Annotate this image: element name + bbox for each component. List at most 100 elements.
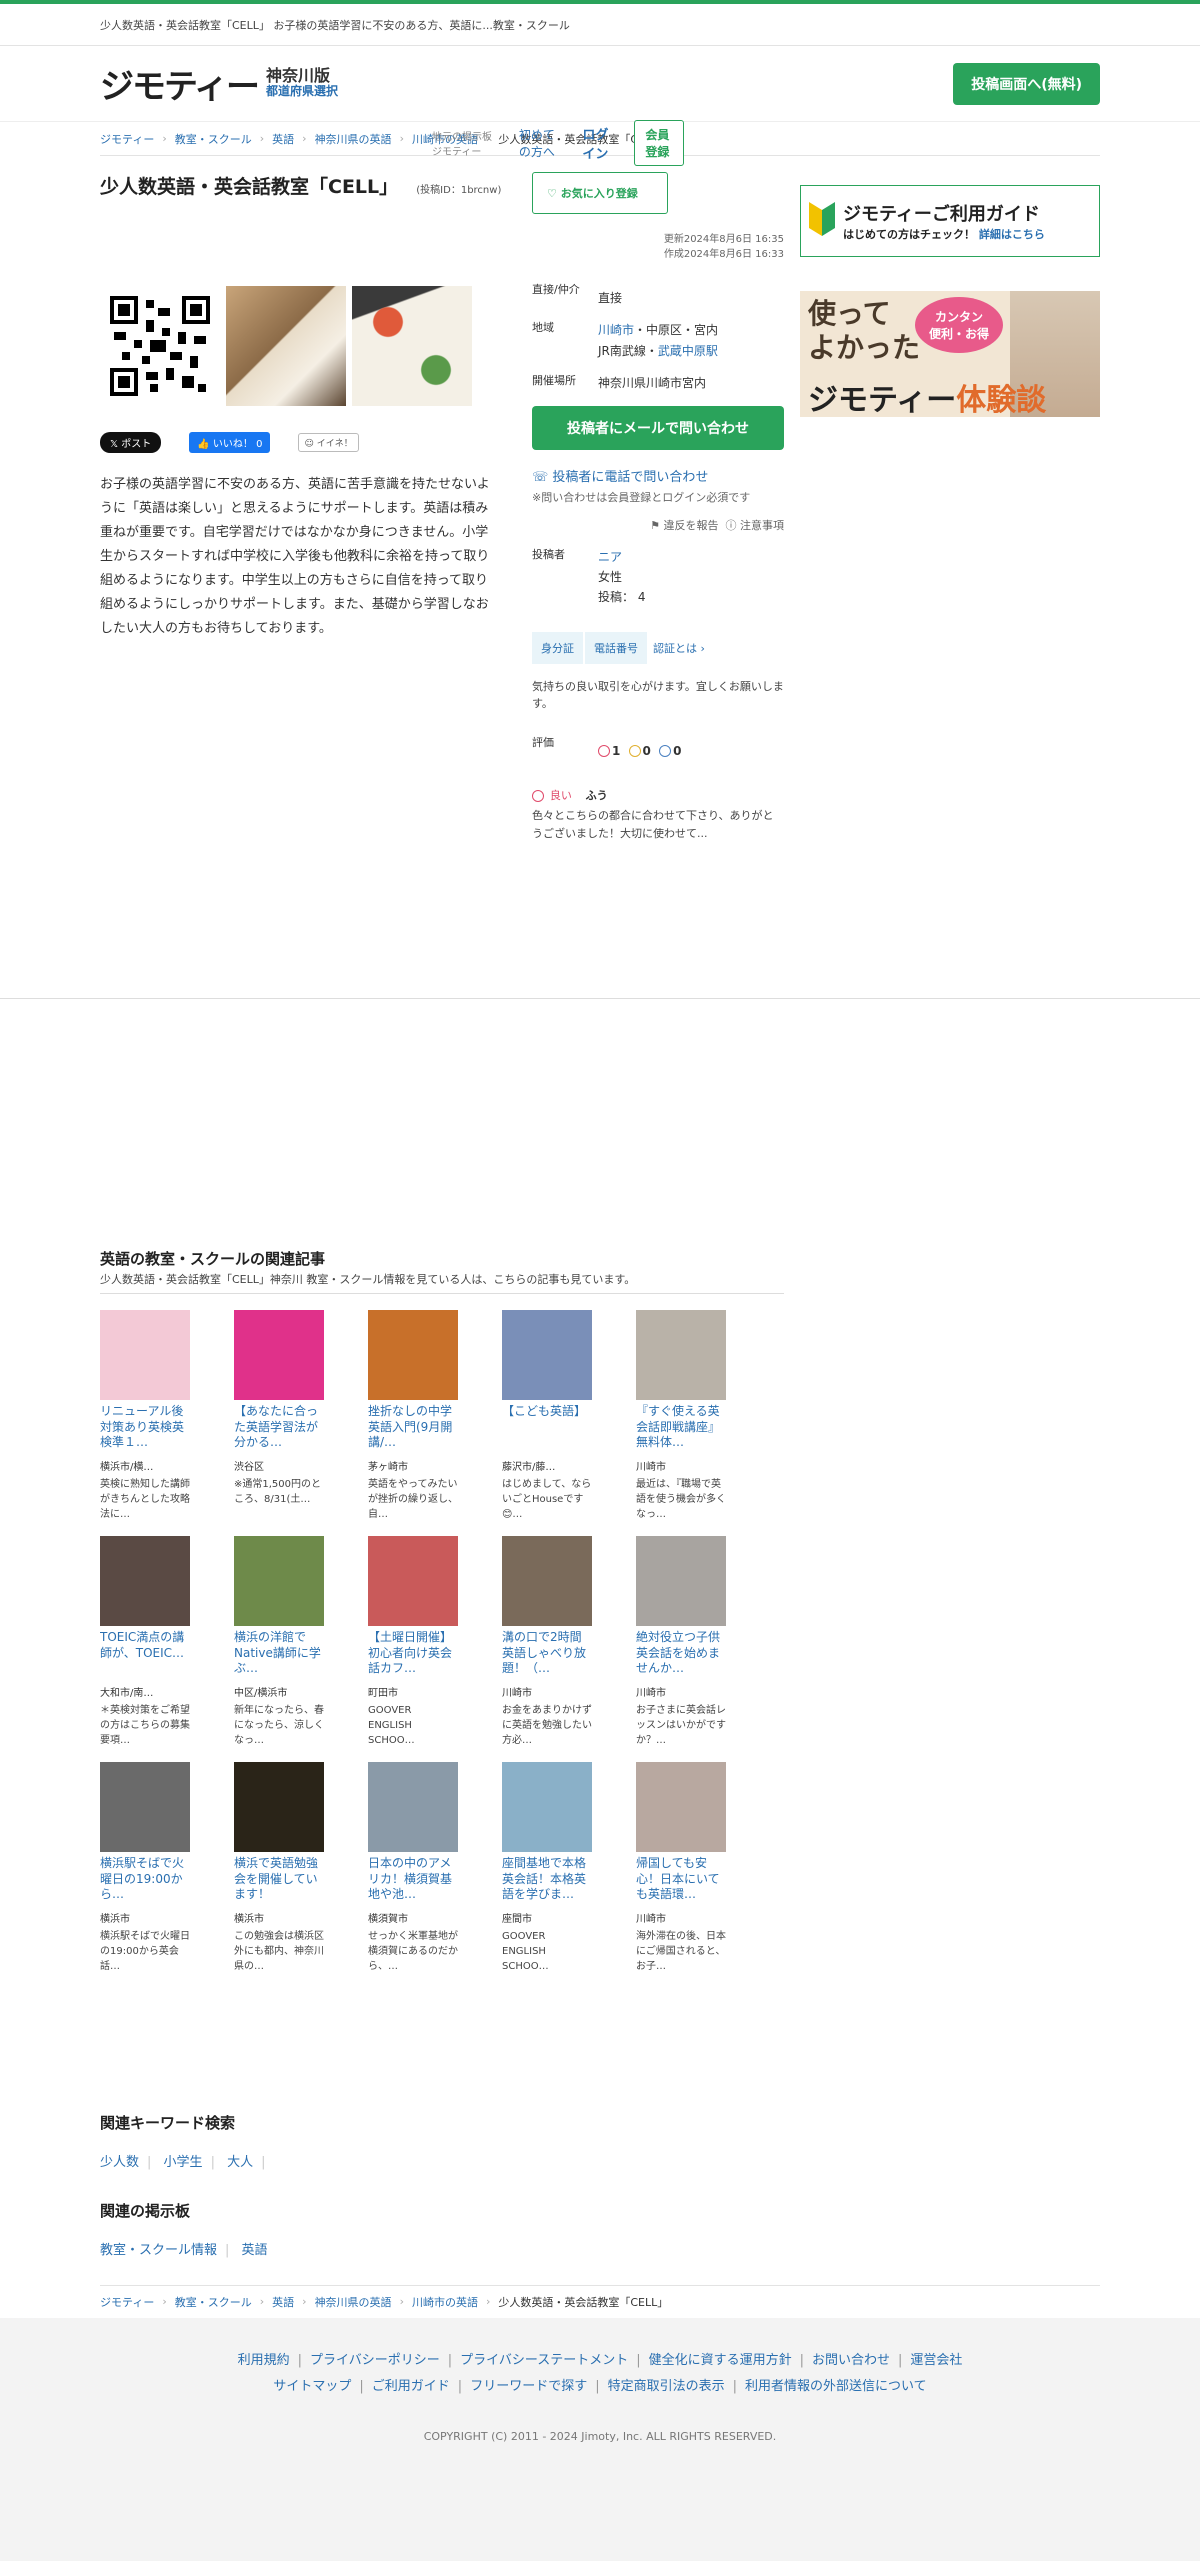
- related-card-title[interactable]: 帰国しても安心！日本にいても英語環…: [636, 1856, 726, 1904]
- post-photo-crafts[interactable]: [352, 286, 472, 406]
- favorite-button[interactable]: ♡ お気に入り登録: [532, 172, 668, 214]
- related-card[interactable]: 日本の中のアメリカ！横須賀基地や池… 横須賀市 せっかく米軍基地が横須賀にあるのだか…: [368, 1762, 458, 1974]
- related-card[interactable]: 【あなたに合った英語学習法が分かる… 渋谷区 ※通常1,500円のところ、8/31(…: [234, 1310, 324, 1522]
- related-card[interactable]: 座間基地で本格英会話！本格英語を学びま… 座間市 GOOVER ENGLISH SC…: [502, 1762, 592, 1974]
- related-card-title[interactable]: 【あなたに合った英語学習法が分かる…: [234, 1404, 324, 1452]
- experience-story-banner[interactable]: 使って よかった カンタン 便利・お得 ジモティー体験談: [800, 291, 1100, 417]
- related-card[interactable]: 横浜の洋館でNative講師に学ぶ… 中区/横浜市 新年になったら、春になったら、涼…: [234, 1536, 324, 1748]
- board-link[interactable]: 英語: [242, 2243, 268, 2258]
- keyword-link[interactable]: 大人: [227, 2155, 253, 2170]
- separator: |: [799, 2353, 804, 2368]
- related-card-image[interactable]: [368, 1762, 458, 1852]
- related-card[interactable]: リニューアル後対策あり英検英検準１… 横浜市/横… 英検に熟知した講師がきちんとした…: [100, 1310, 190, 1522]
- breadcrumb-item[interactable]: 英語: [272, 2294, 294, 2310]
- related-card-title[interactable]: リニューアル後対策あり英検英検準１…: [100, 1404, 190, 1452]
- logo-area[interactable]: ジモティー 神奈川版 都道府県選択: [100, 59, 338, 108]
- related-card[interactable]: 【土曜日開催】初心者向け英会話カフ… 町田市 GOOVER ENGLISH SCHO…: [368, 1536, 458, 1748]
- area-city-link[interactable]: 川崎市: [598, 323, 634, 337]
- related-card[interactable]: 絶対役立つ子供英会話を始めませんか… 川崎市 お子さまに英会話レッスンはいかがですか…: [636, 1536, 726, 1748]
- breadcrumb-item[interactable]: 英語: [272, 131, 294, 147]
- related-card-description: 英検に熟知した講師がきちんとした攻略法に…: [100, 1479, 190, 1520]
- footer-link[interactable]: プライバシーステートメント: [460, 2353, 628, 2368]
- related-card-title[interactable]: 挫折なしの中学英語入門(9月開講/…: [368, 1404, 458, 1452]
- related-card-title[interactable]: 横浜駅そばで火曜日の19:00から…: [100, 1856, 190, 1904]
- related-card-image[interactable]: [234, 1310, 324, 1400]
- footer-link[interactable]: お問い合わせ: [812, 2353, 890, 2368]
- phone-contact-link[interactable]: 投稿者に電話で問い合わせ: [552, 470, 708, 485]
- guide-link[interactable]: 詳細はこちら: [979, 228, 1045, 241]
- related-card[interactable]: 横浜で英語勉強会を開催しています！ 横浜市 この勉強会は横浜区外にも都内、神奈川県の…: [234, 1762, 324, 1974]
- footer-link[interactable]: サイトマップ: [273, 2379, 351, 2394]
- certification-link[interactable]: 認証とは ›: [653, 640, 705, 656]
- area-station-link[interactable]: 武蔵中原駅: [658, 344, 718, 358]
- footer-link[interactable]: 特定商取引法の表示: [608, 2379, 725, 2394]
- related-card[interactable]: 帰国しても安心！日本にいても英語環… 川崎市 海外滞在の後、日本にご帰国されると、お…: [636, 1762, 726, 1974]
- related-card-image[interactable]: [636, 1310, 726, 1400]
- related-card-description: GOOVER ENGLISH SCHOO…: [502, 1931, 549, 1972]
- report-link[interactable]: 違反を報告: [664, 519, 719, 532]
- related-card[interactable]: 横浜駅そばで火曜日の19:00から… 横浜市 横浜駅そばで火曜日の19:00から英会…: [100, 1762, 190, 1974]
- related-card-location: 川崎市: [502, 1688, 532, 1699]
- related-card-image[interactable]: [636, 1762, 726, 1852]
- related-card[interactable]: 挫折なしの中学英語入門(9月開講/… 茅ヶ崎市 英語をやってみたいが挫折の繰り返し、…: [368, 1310, 458, 1522]
- related-card-image[interactable]: [502, 1762, 592, 1852]
- breadcrumb-item[interactable]: 教室・スクール: [175, 2294, 252, 2310]
- x-share-button[interactable]: 𝕏 ポスト: [100, 432, 162, 453]
- related-card[interactable]: 溝の口で2時間英語しゃべり放題！（… 川崎市 お金をあまりかけずに英語を勉強したい方…: [502, 1536, 592, 1748]
- related-card-image[interactable]: [502, 1536, 592, 1626]
- keyword-link[interactable]: 少人数: [100, 2155, 139, 2170]
- breadcrumb-item[interactable]: ジモティー: [100, 2294, 154, 2310]
- pref-select-link[interactable]: 都道府県選択: [266, 84, 338, 98]
- usage-guide-banner[interactable]: ジモティーご利用ガイド はじめての方はチェック！ 詳細はこちら: [800, 185, 1100, 257]
- site-logo[interactable]: ジモティー: [100, 59, 260, 108]
- board-link[interactable]: 教室・スクール情報: [100, 2243, 217, 2258]
- caution-link[interactable]: 注意事項: [740, 519, 784, 532]
- breadcrumb-item[interactable]: 教室・スクール: [175, 131, 252, 147]
- related-card-image[interactable]: [368, 1536, 458, 1626]
- iinee-button[interactable]: ☺ イイネ！: [298, 433, 359, 452]
- related-card-image[interactable]: [100, 1762, 190, 1852]
- footer-link[interactable]: 利用者情報の外部送信について: [745, 2379, 927, 2394]
- first-time-link[interactable]: 初めての方へ: [519, 126, 561, 160]
- related-card-title[interactable]: 【土曜日開催】初心者向け英会話カフ…: [368, 1630, 458, 1678]
- related-card-image[interactable]: [234, 1536, 324, 1626]
- post-button[interactable]: 投稿画面へ(無料): [953, 62, 1100, 105]
- keyword-link[interactable]: 小学生: [164, 2155, 203, 2170]
- related-card[interactable]: 【こども英語】 藤沢市/藤… はじめまして、ならいごとHouseです😊…: [502, 1310, 592, 1522]
- footer-link[interactable]: 健全化に資する運用方針: [649, 2353, 792, 2368]
- related-card[interactable]: TOEIC満点の講師が、TOEIC… 大和市/南… ＊英検対策をご希望の方はこちらの…: [100, 1536, 190, 1748]
- mail-contact-button[interactable]: 投稿者にメールで問い合わせ: [532, 405, 784, 450]
- related-card-image[interactable]: [100, 1310, 190, 1400]
- signup-button[interactable]: 会員登録: [634, 120, 685, 166]
- keywords-title: 関連キーワード検索: [100, 2114, 236, 2132]
- related-card-title[interactable]: 横浜の洋館でNative講師に学ぶ…: [234, 1630, 324, 1678]
- footer-link[interactable]: フリーワードで探す: [470, 2379, 587, 2394]
- footer-link[interactable]: ご利用ガイド: [372, 2379, 450, 2394]
- related-card-title[interactable]: 座間基地で本格英会話！本格英語を学びま…: [502, 1856, 592, 1904]
- footer-link[interactable]: プライバシーポリシー: [310, 2353, 440, 2368]
- related-card-image[interactable]: [636, 1536, 726, 1626]
- related-card-title[interactable]: 【こども英語】: [502, 1404, 592, 1452]
- related-card-title[interactable]: TOEIC満点の講師が、TOEIC…: [100, 1630, 190, 1678]
- breadcrumb-item[interactable]: ジモティー: [100, 131, 154, 147]
- breadcrumb-item[interactable]: 神奈川県の英語: [315, 131, 392, 147]
- related-card-title[interactable]: 横浜で英語勉強会を開催しています！: [234, 1856, 324, 1904]
- related-card-title[interactable]: 日本の中のアメリカ！横須賀基地や池…: [368, 1856, 458, 1904]
- related-card-image[interactable]: [234, 1762, 324, 1852]
- related-card-title[interactable]: 絶対役立つ子供英会話を始めませんか…: [636, 1630, 726, 1678]
- login-link[interactable]: ログイン: [582, 124, 612, 162]
- related-card-title[interactable]: 溝の口で2時間英語しゃべり放題！（…: [502, 1630, 592, 1678]
- related-card-title[interactable]: 『すぐ使える英会話即戦講座』無料体…: [636, 1404, 726, 1452]
- footer-link[interactable]: 利用規約: [238, 2353, 290, 2368]
- footer-link[interactable]: 運営会社: [910, 2353, 962, 2368]
- post-info-column: 直接/仲介 直接 地域 川崎市・中原区・宮内 JR南武線・武蔵中原駅 開催場所 …: [532, 282, 784, 843]
- related-card-image[interactable]: [502, 1310, 592, 1400]
- poster-name-link[interactable]: ニア: [598, 550, 622, 564]
- breadcrumb-item[interactable]: 川崎市の英語: [412, 2294, 478, 2310]
- breadcrumb-item[interactable]: 神奈川県の英語: [315, 2294, 392, 2310]
- related-card-image[interactable]: [368, 1310, 458, 1400]
- facebook-like-button[interactable]: 👍 いいね！ 0: [189, 432, 271, 453]
- related-card[interactable]: 『すぐ使える英会話即戦講座』無料体… 川崎市 最近は、『職場で英語を使う機会が多くな…: [636, 1310, 726, 1522]
- related-card-image[interactable]: [100, 1536, 190, 1626]
- post-photo-room[interactable]: [226, 286, 346, 406]
